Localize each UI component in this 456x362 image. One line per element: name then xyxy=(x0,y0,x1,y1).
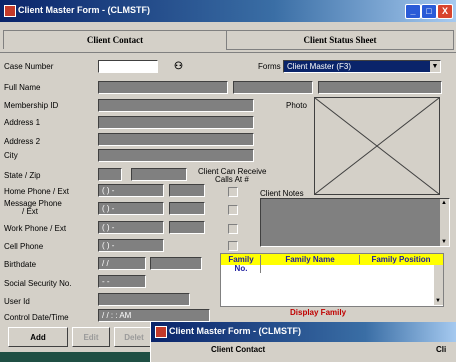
window-title-2: Client Master Form - (CLMSTF) xyxy=(169,326,301,336)
scroll-down-icon[interactable]: ▼ xyxy=(441,239,447,245)
birthdate-label: Birthdate xyxy=(4,260,37,269)
minimize-button[interactable]: _ xyxy=(405,4,421,19)
ssn-input[interactable]: - - xyxy=(98,275,146,288)
client-notes-label: Client Notes xyxy=(260,189,304,198)
forms-select-value: Client Master (F3) xyxy=(287,62,352,71)
scroll-up-icon[interactable]: ▲ xyxy=(441,200,447,206)
zip-input[interactable] xyxy=(131,168,187,181)
full-name-label: Full Name xyxy=(4,83,41,92)
maximize-button[interactable]: □ xyxy=(421,4,437,19)
client-contact-panel: Case Number ⚇ Forms Client Master (F3) ▼… xyxy=(0,52,456,352)
address1-input[interactable] xyxy=(98,116,254,129)
forms-label: Forms xyxy=(258,62,281,71)
address2-label: Address 2 xyxy=(4,137,41,146)
display-family-label[interactable]: Display Family xyxy=(290,308,346,317)
city-label: City xyxy=(4,151,18,160)
tab-client-status-2[interactable]: Cli xyxy=(436,345,446,354)
last-name-input[interactable] xyxy=(318,81,442,94)
edit-button[interactable]: Edit xyxy=(72,327,110,347)
family-table-scrollbar[interactable]: ▼ xyxy=(434,265,443,305)
middle-name-input[interactable] xyxy=(233,81,313,94)
home-phone-input[interactable]: ( ) - xyxy=(98,184,164,197)
user-id-label: User Id xyxy=(4,297,30,306)
cell-phone-calls-checkbox[interactable] xyxy=(228,241,238,251)
message-phone-calls-checkbox[interactable] xyxy=(228,205,238,215)
birthdate-input[interactable]: / / xyxy=(98,257,146,270)
case-number-input[interactable] xyxy=(98,60,158,73)
address1-label: Address 1 xyxy=(4,118,41,127)
delete-button[interactable]: Delet xyxy=(114,327,154,347)
client-master-window-2: Client Master Form - (CLMSTF) Client Con… xyxy=(150,322,456,362)
cell-phone-label: Cell Phone xyxy=(4,242,44,251)
window-title: Client Master Form - (CLMSTF) xyxy=(18,5,150,15)
app-icon-2 xyxy=(155,326,167,338)
add-button[interactable]: Add xyxy=(8,327,68,347)
forms-select[interactable]: Client Master (F3) ▼ xyxy=(283,60,441,73)
control-datetime-input[interactable]: / / : : AM xyxy=(98,309,210,322)
photo-placeholder-icon xyxy=(315,98,439,194)
close-button[interactable]: X xyxy=(437,4,453,19)
calls-label-line2: Calls At # xyxy=(215,175,249,184)
work-phone-input[interactable]: ( ) - xyxy=(98,221,164,234)
state-zip-label: State / Zip xyxy=(4,171,41,180)
address2-input[interactable] xyxy=(98,133,254,146)
user-id-input[interactable] xyxy=(98,293,190,306)
work-phone-label: Work Phone / Ext xyxy=(4,224,67,233)
age-input[interactable] xyxy=(150,257,202,270)
tab-client-contact-2[interactable]: Client Contact xyxy=(211,345,265,354)
notes-scrollbar[interactable]: ▲ ▼ xyxy=(440,199,449,246)
membership-id-label: Membership ID xyxy=(4,101,59,110)
message-phone-input[interactable]: ( ) - xyxy=(98,202,164,215)
cell-phone-input[interactable]: ( ) - xyxy=(98,239,164,252)
binoculars-icon[interactable]: ⚇ xyxy=(174,61,183,72)
city-input[interactable] xyxy=(98,149,254,162)
family-table-header: Family No. Family Name Family Position xyxy=(221,254,443,273)
message-phone-label-line2: / Ext xyxy=(22,207,39,216)
control-datetime-label: Control Date/Time xyxy=(4,313,69,322)
col-family-position[interactable]: Family Position xyxy=(361,255,441,264)
tab-client-status-sheet[interactable]: Client Status Sheet xyxy=(226,30,454,50)
message-phone-ext-input[interactable] xyxy=(169,202,205,215)
photo-box xyxy=(314,97,440,195)
ssn-label: Social Security No. xyxy=(4,279,72,288)
app-icon xyxy=(4,5,16,17)
photo-label: Photo xyxy=(286,101,307,110)
col-family-name[interactable]: Family Name xyxy=(261,255,360,264)
home-phone-ext-input[interactable] xyxy=(169,184,205,197)
state-input[interactable] xyxy=(98,168,122,181)
title-bar[interactable]: Client Master Form - (CLMSTF) _ □ X xyxy=(0,0,456,22)
family-table: Family No. Family Name Family Position ▼ xyxy=(220,253,444,307)
client-master-window: Client Master Form - (CLMSTF) _ □ X Clie… xyxy=(0,0,456,352)
work-phone-calls-checkbox[interactable] xyxy=(228,224,238,234)
family-scroll-down-icon[interactable]: ▼ xyxy=(435,298,441,304)
home-phone-label: Home Phone / Ext xyxy=(4,187,69,196)
first-name-input[interactable] xyxy=(98,81,228,94)
tab-client-contact[interactable]: Client Contact xyxy=(3,30,227,49)
work-phone-ext-input[interactable] xyxy=(169,221,205,234)
col-family-no[interactable]: Family No. xyxy=(222,255,261,273)
dropdown-arrow-icon[interactable]: ▼ xyxy=(430,61,440,72)
client-notes-textarea[interactable]: ▲ ▼ xyxy=(260,198,450,247)
tab-strip: Client Contact Client Status Sheet xyxy=(0,22,456,52)
membership-id-input[interactable] xyxy=(98,99,254,112)
title-bar-2[interactable]: Client Master Form - (CLMSTF) xyxy=(151,322,456,342)
home-phone-calls-checkbox[interactable] xyxy=(228,187,238,197)
case-number-label: Case Number xyxy=(4,62,54,71)
